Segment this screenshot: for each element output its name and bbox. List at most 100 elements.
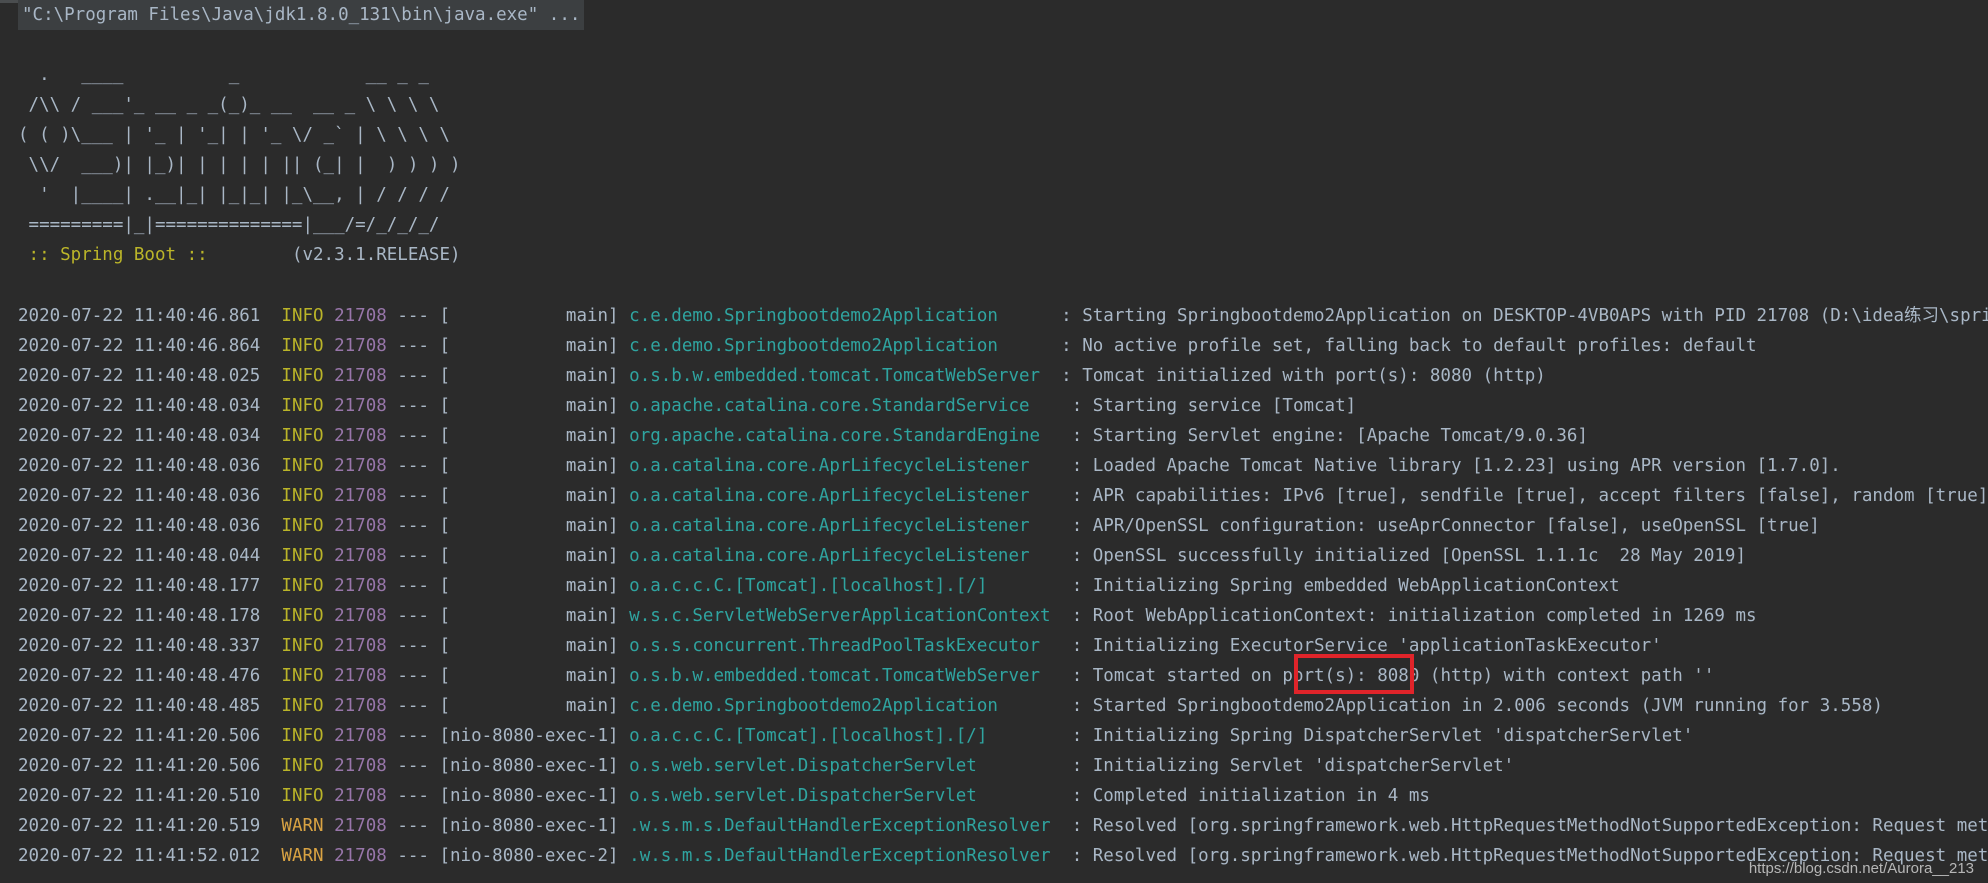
log-timestamp: 2020-07-22 11:40:48.036	[18, 456, 261, 476]
log-thread: [nio-8080-exec-1]	[439, 786, 619, 806]
log-logger: o.a.catalina.core.AprLifecycleListener	[629, 546, 1062, 566]
log-thread: [nio-8080-exec-1]	[439, 756, 619, 776]
log-level: INFO	[281, 666, 324, 686]
log-level: INFO	[281, 786, 324, 806]
log-line: 2020-07-22 11:40:48.036 INFO 21708 --- […	[18, 456, 1841, 476]
log-logger: o.a.c.c.C.[Tomcat].[localhost].[/]	[629, 726, 1062, 746]
log-thread: [ main]	[439, 516, 619, 536]
log-timestamp: 2020-07-22 11:41:20.510	[18, 786, 261, 806]
log-line: 2020-07-22 11:40:48.036 INFO 21708 --- […	[18, 516, 1820, 536]
log-line: 2020-07-22 11:40:48.485 INFO 21708 --- […	[18, 696, 1883, 716]
log-logger: o.s.b.w.embedded.tomcat.TomcatWebServer	[629, 666, 1062, 686]
log-message: : Resolved [org.springframework.web.Http…	[1071, 816, 1988, 836]
log-logger: w.s.c.ServletWebServerApplicationContext	[629, 606, 1062, 626]
log-timestamp: 2020-07-22 11:40:46.864	[18, 336, 261, 356]
banner-line: ' |____| .__|_| |_|_| |_\__, | / / / /	[18, 185, 450, 205]
log-logger: o.a.catalina.core.AprLifecycleListener	[629, 486, 1062, 506]
log-message: : Starting Servlet engine: [Apache Tomca…	[1071, 426, 1588, 446]
log-line: 2020-07-22 11:40:48.044 INFO 21708 --- […	[18, 546, 1746, 566]
log-pid: 21708	[334, 516, 387, 536]
log-logger: o.s.web.servlet.DispatcherServlet	[629, 756, 1062, 776]
log-line: 2020-07-22 11:40:48.337 INFO 21708 --- […	[18, 636, 1662, 656]
log-level: INFO	[281, 366, 324, 386]
log-logger: .w.s.m.s.DefaultHandlerExceptionResolver	[629, 846, 1062, 866]
log-logger: o.apache.catalina.core.StandardService	[629, 396, 1062, 416]
log-timestamp: 2020-07-22 11:41:20.506	[18, 726, 261, 746]
log-pid: 21708	[334, 486, 387, 506]
spring-boot-version: (v2.3.1.RELEASE)	[218, 245, 461, 265]
log-level: INFO	[281, 756, 324, 776]
log-pid: 21708	[334, 696, 387, 716]
log-message: : Starting service [Tomcat]	[1071, 396, 1357, 416]
log-logger: c.e.demo.Springbootdemo2Application	[629, 306, 1051, 326]
log-logger: .w.s.m.s.DefaultHandlerExceptionResolver	[629, 816, 1062, 836]
port-highlight-box	[1294, 654, 1414, 694]
log-pid: 21708	[334, 396, 387, 416]
log-line: 2020-07-22 11:40:48.034 INFO 21708 --- […	[18, 396, 1357, 416]
log-logger: o.a.c.c.C.[Tomcat].[localhost].[/]	[629, 576, 1062, 596]
log-message: : OpenSSL successfully initialized [Open…	[1071, 546, 1746, 566]
log-pid: 21708	[334, 606, 387, 626]
log-pid: 21708	[334, 366, 387, 386]
log-thread: [ main]	[439, 606, 619, 626]
log-level: INFO	[281, 396, 324, 416]
log-pid: 21708	[334, 666, 387, 686]
log-level: INFO	[281, 426, 324, 446]
log-message: : Initializing ExecutorService 'applicat…	[1071, 636, 1662, 656]
log-timestamp: 2020-07-22 11:40:48.337	[18, 636, 261, 656]
log-pid: 21708	[334, 816, 387, 836]
log-timestamp: 2020-07-22 11:41:52.012	[18, 846, 261, 866]
log-timestamp: 2020-07-22 11:40:48.034	[18, 426, 261, 446]
log-level: INFO	[281, 576, 324, 596]
log-message: : Starting Springbootdemo2Application on…	[1061, 306, 1988, 326]
log-thread: [nio-8080-exec-1]	[439, 816, 619, 836]
log-timestamp: 2020-07-22 11:40:48.177	[18, 576, 261, 596]
banner-line: =========|_|==============|___/=/_/_/_/	[18, 215, 440, 235]
log-line: 2020-07-22 11:41:20.510 INFO 21708 --- […	[18, 786, 1430, 806]
log-message: : Root WebApplicationContext: initializa…	[1071, 606, 1757, 626]
log-thread: [ main]	[439, 336, 619, 356]
log-timestamp: 2020-07-22 11:41:20.519	[18, 816, 261, 836]
log-logger: o.a.catalina.core.AprLifecycleListener	[629, 516, 1062, 536]
log-message: : Started Springbootdemo2Application in …	[1071, 696, 1883, 716]
log-line: 2020-07-22 11:41:52.012 WARN 21708 --- […	[18, 841, 1988, 871]
log-timestamp: 2020-07-22 11:41:20.506	[18, 756, 261, 776]
log-line: 2020-07-22 11:41:20.506 INFO 21708 --- […	[18, 756, 1515, 776]
log-timestamp: 2020-07-22 11:40:48.036	[18, 516, 261, 536]
log-pid: 21708	[334, 756, 387, 776]
log-line: 2020-07-22 11:40:48.177 INFO 21708 --- […	[18, 576, 1620, 596]
log-level: INFO	[281, 726, 324, 746]
log-thread: [nio-8080-exec-2]	[439, 846, 619, 866]
log-thread: [ main]	[439, 666, 619, 686]
log-level: INFO	[281, 516, 324, 536]
log-line: 2020-07-22 11:40:48.036 INFO 21708 --- […	[18, 481, 1988, 511]
console-log[interactable]: 2020-07-22 11:40:46.861 INFO 21708 --- […	[18, 301, 1988, 871]
log-logger: o.s.b.w.embedded.tomcat.TomcatWebServer	[629, 366, 1051, 386]
log-thread: [ main]	[439, 636, 619, 656]
log-thread: [ main]	[439, 426, 619, 446]
log-timestamp: 2020-07-22 11:40:48.485	[18, 696, 261, 716]
log-thread: [nio-8080-exec-1]	[439, 726, 619, 746]
log-line: 2020-07-22 11:40:48.025 INFO 21708 --- […	[18, 366, 1546, 386]
log-pid: 21708	[334, 846, 387, 866]
spring-boot-label: :: Spring Boot ::	[18, 245, 219, 265]
log-logger: o.s.s.concurrent.ThreadPoolTaskExecutor	[629, 636, 1062, 656]
banner-line: /\\ / ___'_ __ _ _(_)_ __ __ _ \ \ \ \	[18, 95, 440, 115]
log-level: WARN	[281, 846, 324, 866]
log-thread: [ main]	[439, 366, 619, 386]
log-timestamp: 2020-07-22 11:40:48.044	[18, 546, 261, 566]
log-pid: 21708	[334, 636, 387, 656]
log-logger: org.apache.catalina.core.StandardEngine	[629, 426, 1062, 446]
log-level: WARN	[281, 816, 324, 836]
log-line: 2020-07-22 11:40:46.861 INFO 21708 --- […	[18, 301, 1988, 331]
log-level: INFO	[281, 306, 324, 326]
spring-ascii-banner: . ____ _ __ _ _ /\\ / ___'_ __ _ _(_)_ _…	[18, 60, 461, 240]
log-message: : APR capabilities: IPv6 [true], sendfil…	[1071, 486, 1988, 506]
log-level: INFO	[281, 456, 324, 476]
log-thread: [ main]	[439, 306, 619, 326]
log-level: INFO	[281, 546, 324, 566]
log-timestamp: 2020-07-22 11:40:48.025	[18, 366, 261, 386]
watermark: https://blog.csdn.net/Aurora__213	[1748, 860, 1974, 877]
log-line: 2020-07-22 11:41:20.506 INFO 21708 --- […	[18, 726, 1694, 746]
log-line: 2020-07-22 11:40:48.476 INFO 21708 --- […	[18, 666, 1715, 686]
